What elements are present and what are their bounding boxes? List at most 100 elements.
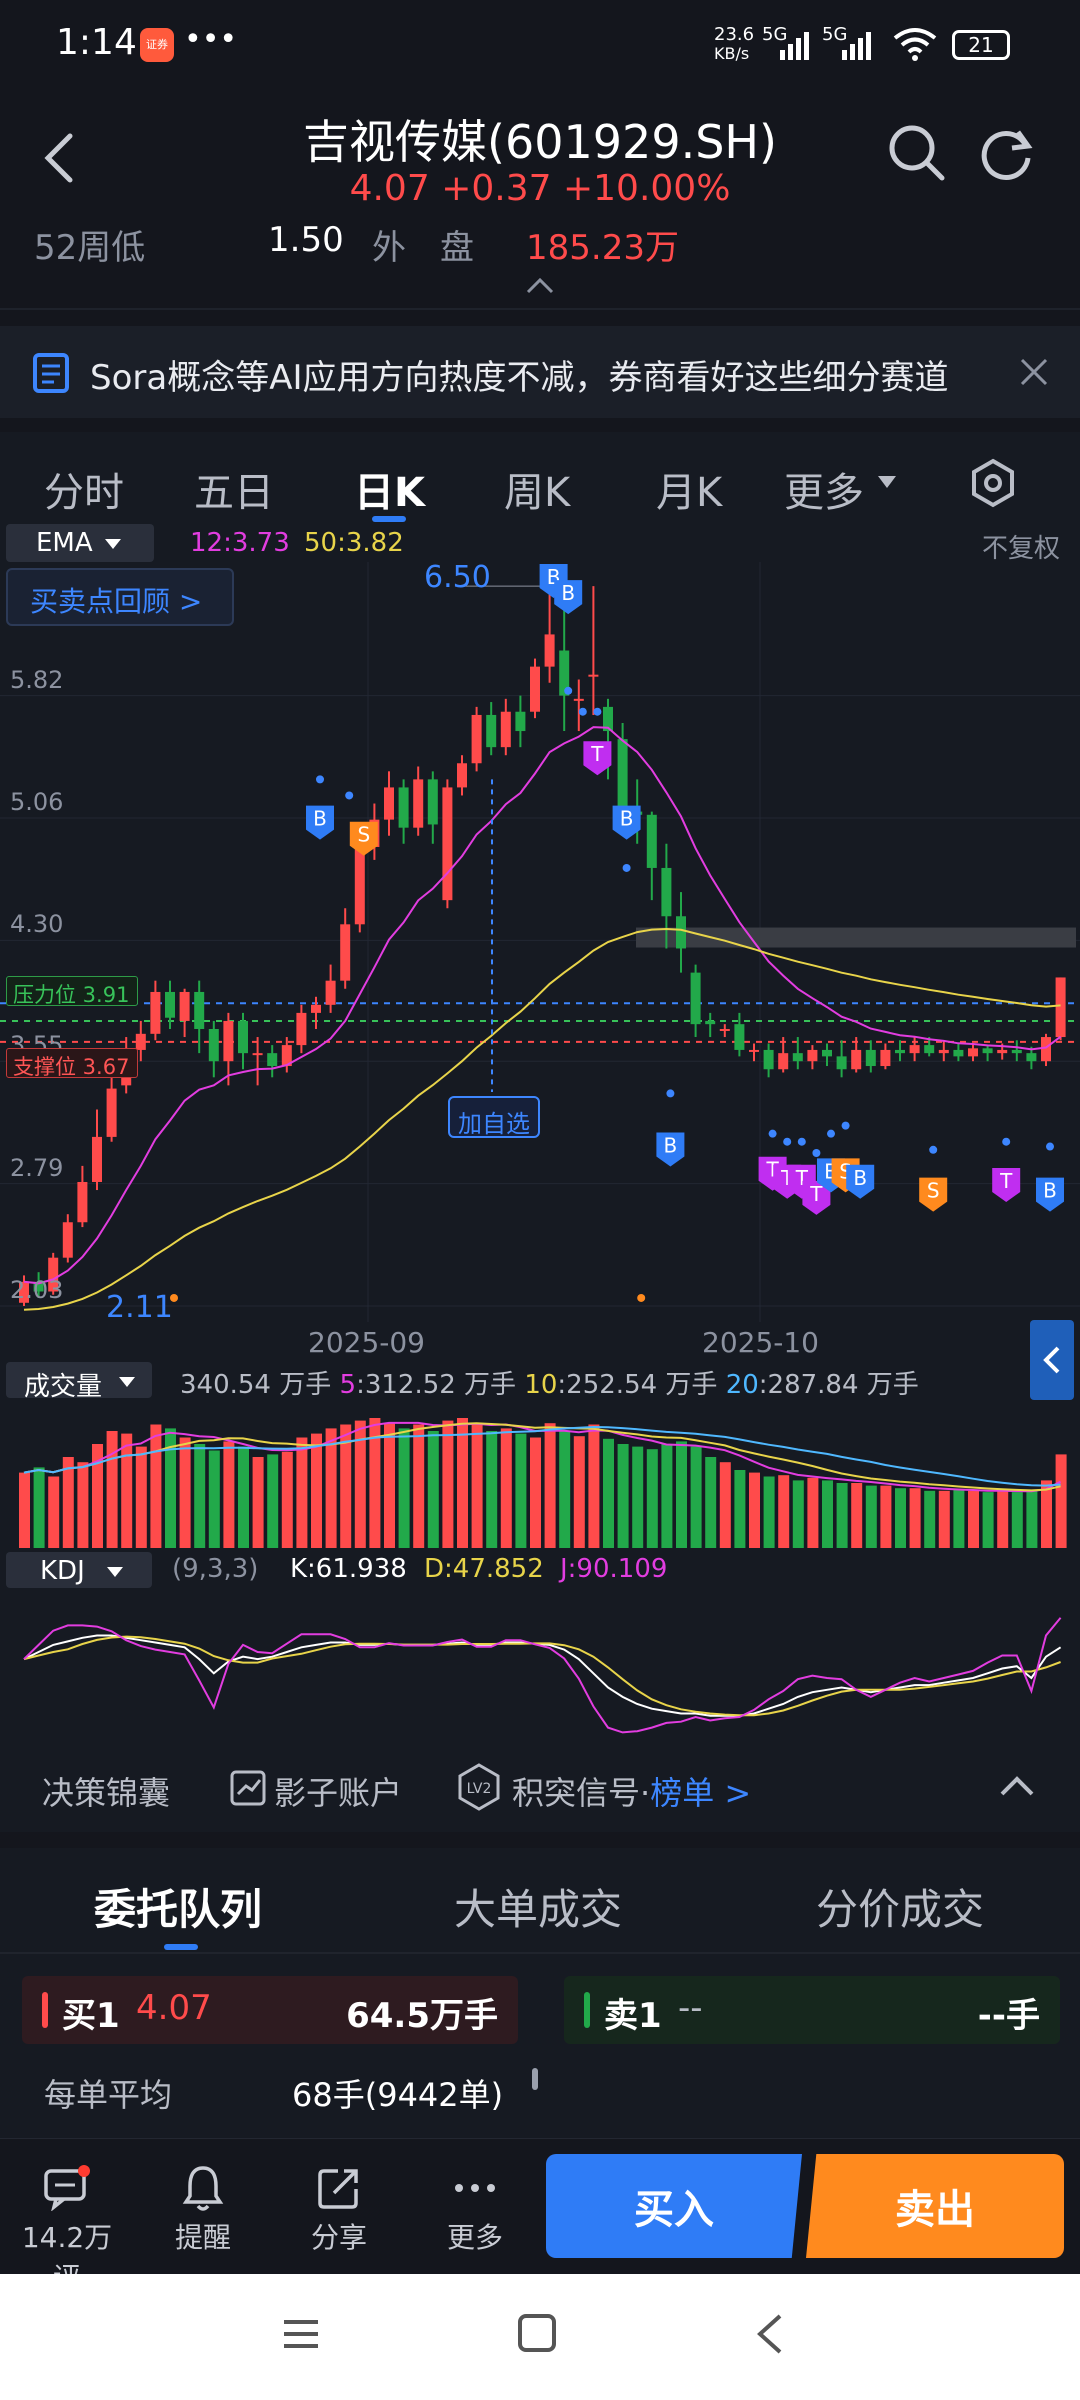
chevron-up-icon[interactable] — [524, 276, 556, 296]
volume-bar — [690, 1446, 702, 1548]
news-icon — [33, 353, 69, 393]
candle-body — [1026, 1053, 1037, 1062]
indicator-selector[interactable]: EMA — [6, 524, 154, 562]
candle-body — [238, 1020, 248, 1054]
search-icon[interactable] — [886, 122, 946, 182]
candle-body — [311, 1004, 321, 1013]
scrollbar[interactable] — [532, 2068, 538, 2090]
kdj-d-line — [23, 1635, 1061, 1717]
low52-label: 52周低 — [34, 228, 146, 268]
signal-badge-letter: B — [1043, 1179, 1057, 1203]
tab-monthly-k[interactable]: 月K — [656, 460, 722, 518]
tab-price-trades[interactable]: 分价成交 — [816, 1876, 984, 1937]
outer-label: 外 盘 — [372, 228, 474, 268]
share-button[interactable]: 分享 — [284, 2160, 394, 2256]
lv2-badge-icon: LV2 — [458, 1763, 500, 1811]
candle-body — [588, 674, 599, 677]
status-time: 1:14 — [56, 22, 137, 63]
volume-chart[interactable] — [0, 1400, 1080, 1550]
kdj-j-line — [23, 1617, 1062, 1734]
tool-separator: · — [640, 1774, 651, 1812]
kdj-selector[interactable]: KDJ — [6, 1552, 152, 1588]
chevron-up-icon[interactable] — [998, 1774, 1036, 1798]
close-icon[interactable] — [1018, 356, 1050, 388]
candle-body — [895, 1049, 905, 1054]
back-icon[interactable] — [752, 2312, 788, 2356]
volume-bar — [807, 1477, 819, 1548]
candle-body — [500, 711, 511, 748]
buy1-label: 买1 — [62, 1996, 120, 2036]
home-icon[interactable] — [516, 2312, 558, 2354]
tab-daily-k[interactable]: 日K — [354, 460, 425, 518]
volume-bar — [500, 1428, 512, 1548]
signal-dot — [345, 791, 354, 800]
kline-chart[interactable]: BSBBTBBT T TTB S BS T B — [0, 562, 1080, 1322]
candle-body — [194, 991, 205, 1029]
candle-body — [1011, 1049, 1022, 1054]
review-button[interactable]: 买卖点回顾 > — [6, 568, 234, 626]
sell1-row[interactable]: 卖1 -- --手 — [564, 1976, 1060, 2044]
tab-big-trades[interactable]: 大单成交 — [454, 1876, 622, 1937]
signal-icon-2 — [842, 32, 871, 60]
tab-five-day[interactable]: 五日 — [194, 460, 274, 518]
status-bar: 1:14 证券 ••• 23.6 KB/s 5G 5G 21 — [0, 0, 1080, 92]
tool-breakout-signal[interactable]: 积突信号·榜单 > — [512, 1768, 751, 1814]
add-watchlist-label: 加自选 — [458, 1110, 530, 1138]
sell-marker — [584, 1992, 590, 2028]
signal-icon — [780, 32, 809, 60]
volume-bar — [179, 1437, 191, 1548]
tab-intraday[interactable]: 分时 — [44, 460, 124, 518]
refresh-icon[interactable] — [978, 122, 1038, 182]
more-button[interactable]: 更多 — [420, 2160, 530, 2256]
candle-body — [690, 972, 701, 1025]
menu-icon[interactable] — [280, 2314, 322, 2354]
candle-body — [938, 1049, 949, 1054]
volume-bar — [851, 1483, 863, 1548]
remind-button[interactable]: 提醒 — [148, 2160, 258, 2256]
news-banner[interactable]: Sora概念等AI应用方向热度不减，券商看好这些细分赛道 — [0, 326, 1080, 418]
adjust-mode[interactable]: 不复权 — [982, 528, 1060, 565]
tool-decision-kit[interactable]: 决策锦囊 — [42, 1768, 170, 1814]
buy1-row[interactable]: 买1 4.07 64.5万手 — [22, 1976, 518, 2044]
candle-body — [165, 991, 175, 1018]
volume-bar — [296, 1437, 308, 1548]
chevron-left-icon — [1043, 1346, 1060, 1374]
settings-hex-icon[interactable] — [970, 458, 1016, 508]
volume-bar — [646, 1449, 658, 1548]
candle-body — [515, 711, 526, 732]
volume-bar — [749, 1472, 760, 1548]
tool-shadow-account[interactable]: 影子账户 — [274, 1768, 402, 1814]
volume-bar — [33, 1467, 45, 1548]
volume-bar — [778, 1475, 790, 1548]
tab-more[interactable]: 更多 — [784, 460, 864, 518]
volume-bar — [588, 1424, 600, 1548]
signal-badge-b: B — [1036, 1177, 1064, 1212]
kdj-j: J:90.109 — [560, 1554, 668, 1584]
candle-body — [150, 991, 161, 1034]
volume-ma20-line — [23, 1425, 1061, 1487]
net-unit: KB/s — [714, 44, 750, 63]
tab-order-queue[interactable]: 委托队列 — [94, 1876, 262, 1937]
sell-button[interactable]: 卖出 — [806, 2154, 1064, 2258]
volume-bar — [997, 1490, 1009, 1548]
candle-body — [865, 1049, 876, 1067]
y-tick-label: 4.30 — [10, 910, 64, 939]
signal-badge-letter: B — [313, 807, 327, 831]
y-tick-label: 2.79 — [10, 1153, 64, 1182]
candle-body — [471, 714, 482, 764]
caret-down-icon[interactable] — [876, 474, 898, 490]
news-text[interactable]: Sora概念等AI应用方向热度不减，券商看好这些细分赛道 — [90, 350, 948, 399]
volume-selector[interactable]: 成交量 — [6, 1362, 152, 1402]
vol-ma10-key: 10 — [524, 1370, 558, 1400]
buy-button[interactable]: 买入 — [546, 2154, 802, 2258]
collapse-side-button[interactable] — [1030, 1320, 1074, 1400]
kdj-chart[interactable] — [0, 1590, 1080, 1740]
status-dots: ••• — [184, 22, 238, 57]
tool-ranking-link[interactable]: 榜单 > — [650, 1774, 751, 1812]
vol-ma5-key: 5 — [339, 1370, 357, 1400]
support-label: 支撑位 3.67 — [6, 1048, 138, 1079]
signal-dot — [812, 1149, 821, 1158]
candle-body — [909, 1045, 920, 1054]
add-watchlist-button[interactable]: 加自选 — [448, 1096, 540, 1138]
tab-weekly-k[interactable]: 周K — [504, 460, 570, 518]
